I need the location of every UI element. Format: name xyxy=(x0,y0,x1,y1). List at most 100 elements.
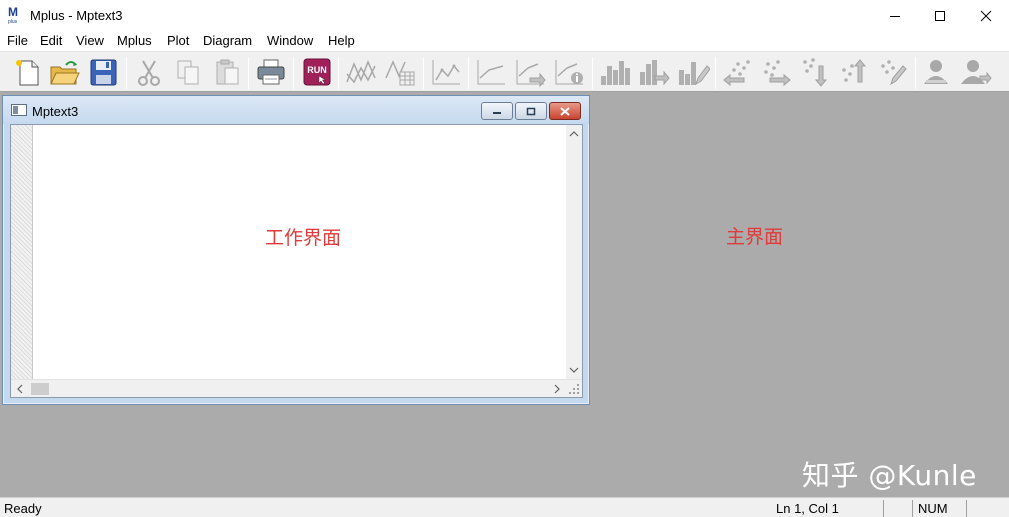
plot-export-icon xyxy=(516,60,546,88)
bar-chart-button[interactable] xyxy=(597,55,633,89)
menu-window[interactable]: Window xyxy=(267,33,313,48)
scatter-up-button[interactable] xyxy=(837,55,873,89)
plot-scatter-button[interactable] xyxy=(428,55,464,89)
menu-plot[interactable]: Plot xyxy=(167,33,189,48)
menu-diagram[interactable]: Diagram xyxy=(203,33,252,48)
user-icon xyxy=(924,60,948,84)
status-divider xyxy=(883,500,884,517)
scroll-down-icon[interactable] xyxy=(566,363,582,377)
scatter-left-button[interactable] xyxy=(719,55,755,89)
scatter-down-button[interactable] xyxy=(798,55,834,89)
minimize-icon xyxy=(890,15,900,17)
plot-line-icon xyxy=(477,60,505,85)
close-icon xyxy=(980,10,992,21)
plot-scatter-icon xyxy=(432,60,460,85)
toolbar-separator xyxy=(293,57,294,89)
editor-gutter xyxy=(11,125,33,379)
print-button[interactable] xyxy=(253,55,289,89)
menu-bar: File Edit View Mplus Plot Diagram Window… xyxy=(0,31,1009,51)
resize-grip-icon[interactable] xyxy=(568,383,580,395)
text-editor-area[interactable]: 工作界面 xyxy=(10,124,583,398)
vertical-scrollbar[interactable] xyxy=(566,125,582,379)
horizontal-scroll-thumb[interactable] xyxy=(31,383,49,395)
save-icon xyxy=(90,59,117,86)
status-divider xyxy=(912,500,913,517)
maximize-icon xyxy=(935,10,945,21)
scatter-down-icon xyxy=(803,58,828,87)
scatter-up-icon xyxy=(842,59,867,83)
save-button[interactable] xyxy=(85,55,121,89)
user-arrow-button[interactable] xyxy=(958,55,994,89)
toolbar-separator xyxy=(126,57,127,89)
menu-help[interactable]: Help xyxy=(328,33,355,48)
toolbar-separator xyxy=(423,57,424,89)
main-interface-label: 主界面 xyxy=(726,226,784,248)
status-cursor-position: Ln 1, Col 1 xyxy=(776,501,839,516)
plot-info-icon xyxy=(555,60,583,85)
plot-export-button[interactable] xyxy=(512,55,548,89)
child-title-bar[interactable]: Mptext3 xyxy=(3,96,589,124)
open-folder-icon xyxy=(50,61,80,85)
watermark: 知乎 @Kunle xyxy=(802,459,977,492)
toolbar-separator xyxy=(468,57,469,89)
paste-button[interactable] xyxy=(209,55,245,89)
toolbar-separator xyxy=(338,57,339,89)
svg-text:RUN: RUN xyxy=(307,65,327,75)
plot-lines-button[interactable] xyxy=(343,55,379,89)
status-ready: Ready xyxy=(4,501,42,516)
cut-icon xyxy=(138,60,160,86)
new-file-button[interactable] xyxy=(9,55,45,89)
child-restore-button[interactable] xyxy=(515,102,547,120)
print-icon xyxy=(257,59,285,85)
new-file-icon xyxy=(16,60,39,86)
cut-button[interactable] xyxy=(131,55,167,89)
plot-table-icon xyxy=(385,60,415,86)
menu-file[interactable]: File xyxy=(7,33,28,48)
close-icon xyxy=(560,106,570,116)
child-window-title: Mptext3 xyxy=(32,104,79,119)
child-close-button[interactable] xyxy=(549,102,581,120)
close-button[interactable] xyxy=(963,0,1009,31)
plot-info-button[interactable] xyxy=(551,55,587,89)
toolbar-separator xyxy=(248,57,249,89)
copy-icon xyxy=(177,60,199,85)
mplus-logo-icon: M plus xyxy=(8,5,18,24)
user-button[interactable] xyxy=(918,55,954,89)
svg-text:M: M xyxy=(8,5,18,19)
bar-chart-arrow-button[interactable] xyxy=(636,55,672,89)
window-title: Mplus - Mptext3 xyxy=(30,8,123,23)
status-divider xyxy=(966,500,967,517)
scroll-left-icon[interactable] xyxy=(13,381,27,397)
menu-mplus[interactable]: Mplus xyxy=(117,33,152,48)
maximize-button[interactable] xyxy=(917,0,963,31)
minimize-button[interactable] xyxy=(872,0,918,31)
bar-chart-edit-icon xyxy=(679,62,710,86)
menu-view[interactable]: View xyxy=(76,33,104,48)
run-icon: RUN xyxy=(303,58,331,86)
document-icon xyxy=(11,104,27,116)
menu-edit[interactable]: Edit xyxy=(40,33,62,48)
bar-chart-edit-button[interactable] xyxy=(675,55,711,89)
plot-line-button[interactable] xyxy=(473,55,509,89)
title-bar[interactable]: M plus Mplus - Mptext3 xyxy=(0,0,1009,31)
scroll-up-icon[interactable] xyxy=(566,127,582,141)
toolbar-separator xyxy=(915,57,916,89)
scatter-left-icon xyxy=(723,60,750,87)
copy-button[interactable] xyxy=(170,55,206,89)
child-minimize-button[interactable] xyxy=(481,102,513,120)
plot-table-button[interactable] xyxy=(382,55,418,89)
scatter-edit-button[interactable] xyxy=(876,55,912,89)
bar-chart-arrow-icon xyxy=(640,60,670,86)
status-num-lock: NUM xyxy=(918,501,948,516)
open-button[interactable] xyxy=(46,55,82,89)
toolbar-separator xyxy=(715,57,716,89)
scroll-right-icon[interactable] xyxy=(550,381,564,397)
status-bar: Ready Ln 1, Col 1 NUM xyxy=(0,497,1009,517)
scatter-right-button[interactable] xyxy=(759,55,795,89)
horizontal-scrollbar[interactable] xyxy=(11,379,582,397)
child-window[interactable]: Mptext3 工作界面 xyxy=(2,95,590,405)
restore-icon xyxy=(526,107,536,115)
work-interface-label: 工作界面 xyxy=(265,227,342,249)
run-button[interactable]: RUN xyxy=(299,55,335,89)
user-arrow-icon xyxy=(961,60,992,85)
